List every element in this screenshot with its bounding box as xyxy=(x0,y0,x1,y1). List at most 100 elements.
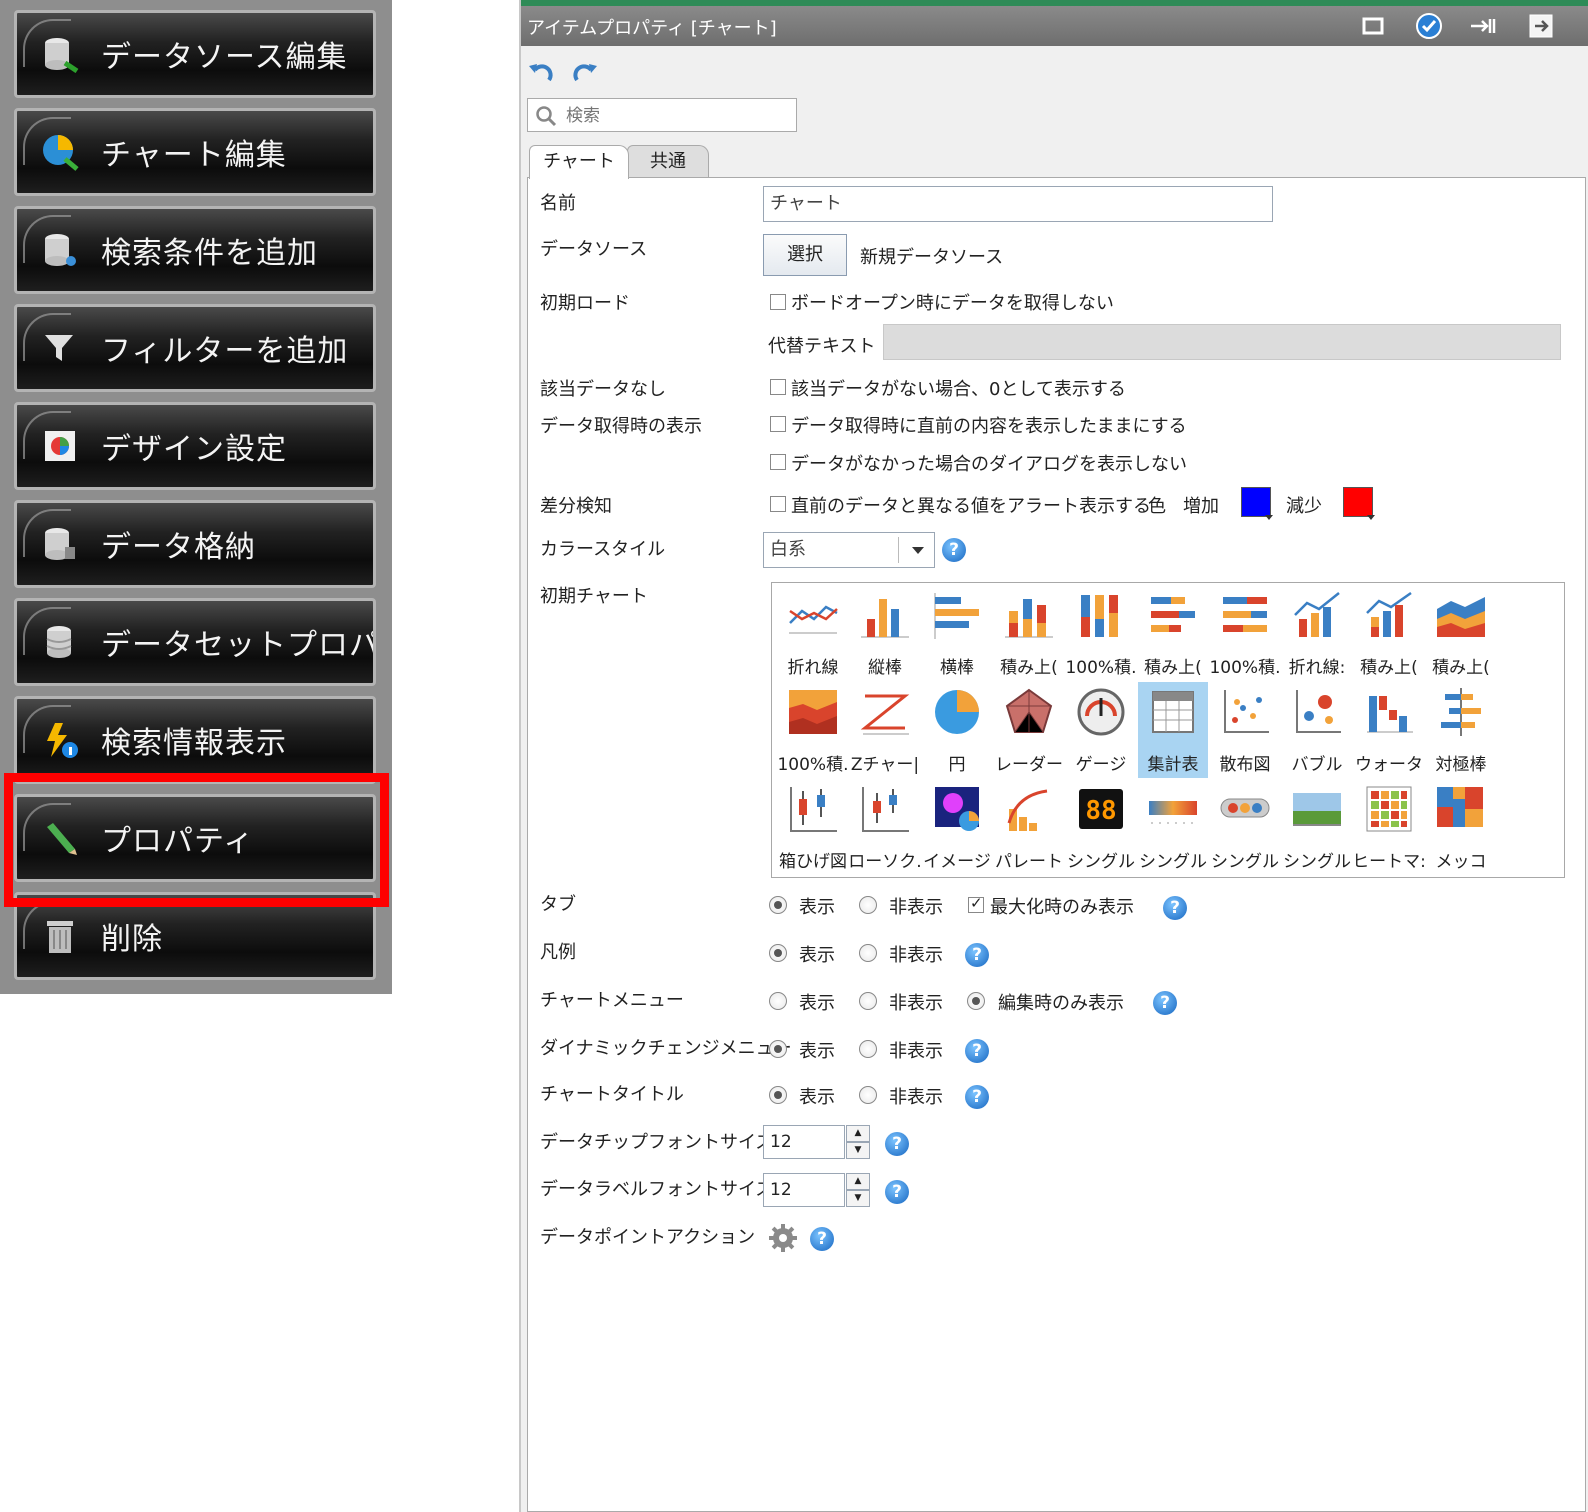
redo-icon[interactable] xyxy=(571,60,599,88)
chart-type-gauge[interactable]: ゲージ xyxy=(1066,682,1136,778)
dynamic-menu-help-icon[interactable]: ? xyxy=(965,1039,989,1063)
dynamic-menu-show-radio[interactable] xyxy=(769,1040,787,1058)
chart-menu-hide-text: 非表示 xyxy=(889,993,943,1014)
chart-type-pareto[interactable]: パレート xyxy=(994,779,1064,875)
chart-title-show-radio[interactable] xyxy=(769,1086,787,1104)
chart-type-pivot-table[interactable]: 集計表 xyxy=(1138,682,1208,778)
chart-menu-show-radio[interactable] xyxy=(769,992,787,1010)
chart-type-box-plot[interactable]: 箱ひげ図 xyxy=(778,779,848,875)
hide-no-data-dialog-checkbox[interactable] xyxy=(770,454,786,470)
select-datasource-button[interactable]: 選択 xyxy=(763,234,847,276)
tab-show-radio[interactable] xyxy=(769,896,787,914)
tab-max-only-checkbox[interactable] xyxy=(968,894,984,913)
chart-type-image[interactable]: イメージ xyxy=(922,779,992,875)
tab-common[interactable]: 共通 xyxy=(627,145,709,178)
menu-search-info-button[interactable]: 検索情報表示 xyxy=(14,696,376,784)
menu-label: 検索条件を追加 xyxy=(101,236,318,271)
chart-type-column[interactable]: 縦棒 xyxy=(850,585,920,681)
keep-previous-text: データ取得時に直前の内容を表示したままにする xyxy=(791,416,1187,437)
chart-type-100-stacked-column[interactable]: 100%積. xyxy=(1065,585,1137,681)
label-font-down-button[interactable]: ▼ xyxy=(846,1190,870,1207)
chart-type-single-image[interactable]: シングル xyxy=(1282,779,1352,875)
dynamic-menu-hide-radio[interactable] xyxy=(859,1040,877,1058)
tab-help-icon[interactable]: ? xyxy=(1163,896,1187,920)
tab-hide-radio[interactable] xyxy=(859,896,877,914)
menu-datasource-edit-button[interactable]: データソース編集 xyxy=(14,10,376,98)
dynamic-menu-hide-text: 非表示 xyxy=(889,1041,943,1062)
chart-type-scatter[interactable]: 散布図 xyxy=(1210,682,1280,778)
keep-previous-checkbox[interactable] xyxy=(770,416,786,432)
no-data-zero-checkbox[interactable] xyxy=(770,379,786,395)
name-field[interactable]: チャート xyxy=(763,186,1273,222)
svg-text:88: 88 xyxy=(1085,796,1116,826)
chart-type-mekko[interactable]: メッコ xyxy=(1426,779,1496,875)
chart-type-single-lamp[interactable]: シングル xyxy=(1210,779,1280,875)
chip-font-label: データチップフォントサイズ xyxy=(540,1132,774,1153)
menu-data-store-button[interactable]: データ格納 xyxy=(14,500,376,588)
menu-dataset-property-button[interactable]: データセットプロパティ xyxy=(14,598,376,686)
color-style-help-icon[interactable]: ? xyxy=(942,538,966,562)
chart-type-heatmap[interactable]: ヒートマ: xyxy=(1352,779,1426,875)
menu-property-button[interactable]: プロパティ xyxy=(14,794,376,882)
chart-title-hide-radio[interactable] xyxy=(859,1086,877,1104)
chart-type-bar[interactable]: 横棒 xyxy=(922,585,992,681)
pareto-chart-icon xyxy=(1007,789,1048,831)
filter-icon xyxy=(41,329,79,367)
chart-type-diverging-bar[interactable]: 対極棒 xyxy=(1426,682,1496,778)
menu-add-search-condition-button[interactable]: 検索条件を追加 xyxy=(14,206,376,294)
increase-color-swatch[interactable] xyxy=(1241,487,1273,520)
chart-type-stacked-area[interactable]: 積み上( xyxy=(1426,585,1496,681)
chart-type-bubble[interactable]: バブル xyxy=(1282,682,1352,778)
chart-type-label: 100%積. xyxy=(1065,658,1137,678)
chart-type-stacked-column[interactable]: 積み上( xyxy=(994,585,1064,681)
chart-menu-help-icon[interactable]: ? xyxy=(1153,991,1177,1015)
label-font-input[interactable]: 12 xyxy=(763,1173,845,1207)
menu-design-settings-button[interactable]: デザイン設定 xyxy=(14,402,376,490)
diff-alert-checkbox[interactable] xyxy=(770,496,786,512)
chart-type-label: 横棒 xyxy=(940,658,974,678)
label-font-help-icon[interactable]: ? xyxy=(885,1180,909,1204)
alt-text-field[interactable] xyxy=(883,324,1561,360)
chart-menu-edit-only-radio[interactable] xyxy=(967,992,985,1010)
color-style-select[interactable]: 白系 xyxy=(763,532,935,568)
label-font-up-button[interactable]: ▲ xyxy=(846,1173,870,1190)
legend-hide-radio[interactable] xyxy=(859,944,877,962)
legend-help-icon[interactable]: ? xyxy=(965,943,989,967)
decrease-color-swatch[interactable] xyxy=(1343,487,1375,520)
tab-chart[interactable]: チャート xyxy=(529,145,629,179)
menu-delete-button[interactable]: 削除 xyxy=(14,892,376,980)
chart-type-candlestick[interactable]: ローソク. xyxy=(848,779,922,875)
undo-icon[interactable] xyxy=(527,60,555,88)
menu-chart-edit-button[interactable]: チャート編集 xyxy=(14,108,376,196)
chart-type-radar[interactable]: レーダー xyxy=(994,682,1064,778)
legend-show-radio[interactable] xyxy=(769,944,787,962)
maximize-icon[interactable] xyxy=(1359,12,1387,40)
chip-font-help-icon[interactable]: ? xyxy=(885,1132,909,1156)
chart-type-line-column[interactable]: 折れ線: xyxy=(1282,585,1352,681)
chart-menu-hide-radio[interactable] xyxy=(859,992,877,1010)
chart-type-pie[interactable]: 円 xyxy=(922,682,992,778)
chart-type-z-chart[interactable]: Zチャー| xyxy=(850,682,920,778)
chart-title-help-icon[interactable]: ? xyxy=(965,1085,989,1109)
chip-font-up-button[interactable]: ▲ xyxy=(846,1125,870,1142)
chip-font-down-button[interactable]: ▼ xyxy=(846,1142,870,1159)
chart-type-100-stacked-area[interactable]: 100%積. xyxy=(777,682,849,778)
chart-type-single-digital[interactable]: 88 シングル xyxy=(1066,779,1136,875)
menu-add-filter-button[interactable]: フィルターを追加 xyxy=(14,304,376,392)
chart-type-stacked-bar[interactable]: 積み上( xyxy=(1138,585,1208,681)
chart-type-line[interactable]: 折れ線 xyxy=(778,585,848,681)
chart-type-label: バブル xyxy=(1291,755,1343,775)
chart-type-single-bar[interactable]: シングル xyxy=(1138,779,1208,875)
chart-type-waterfall[interactable]: ウォータ xyxy=(1354,682,1424,778)
apply-check-icon[interactable] xyxy=(1415,12,1443,40)
search-input[interactable] xyxy=(564,102,793,130)
gear-icon[interactable] xyxy=(767,1222,799,1254)
pin-icon[interactable] xyxy=(1469,12,1497,40)
no-fetch-on-open-checkbox[interactable] xyxy=(770,294,786,310)
chart-type-100-stacked-bar[interactable]: 100%積. xyxy=(1209,585,1281,681)
chart-type-stacked-line-column[interactable]: 積み上( xyxy=(1354,585,1424,681)
point-action-help-icon[interactable]: ? xyxy=(810,1227,834,1251)
panel-title: アイテムプロパティ [チャート] xyxy=(527,18,777,39)
chip-font-input[interactable]: 12 xyxy=(763,1125,845,1159)
exit-icon[interactable] xyxy=(1527,12,1555,40)
